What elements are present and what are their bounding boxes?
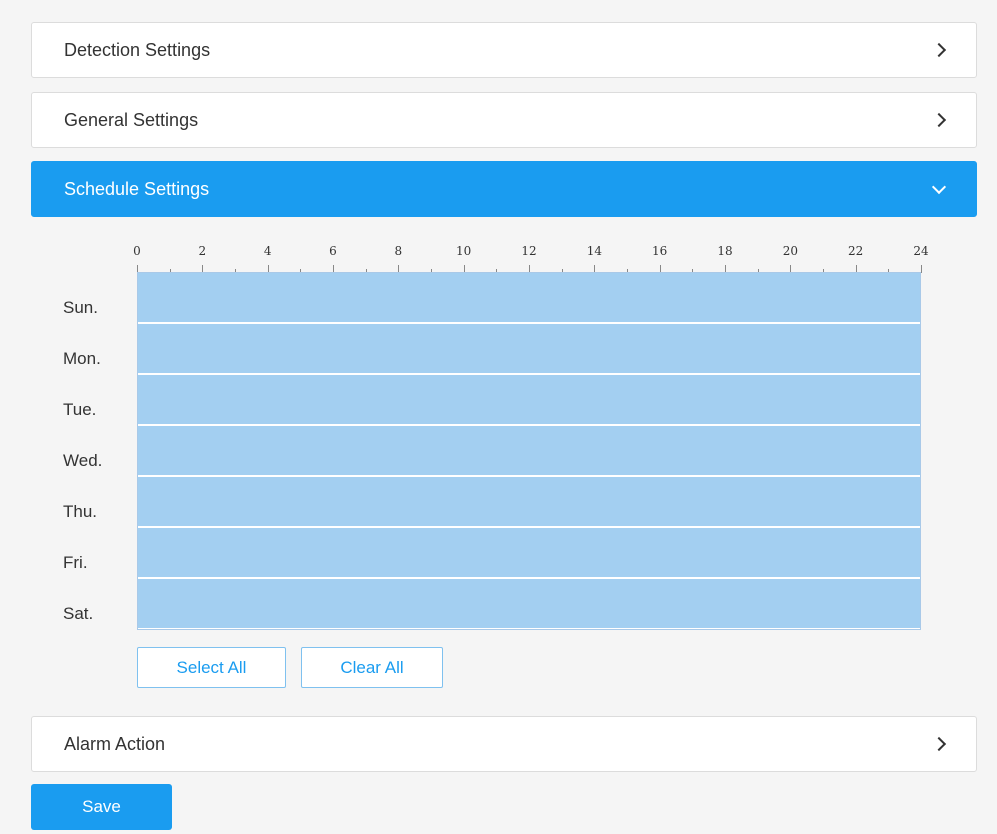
tick-label: 6 [329, 244, 337, 258]
tick-label: 2 [198, 244, 207, 258]
panel-general-settings[interactable]: General Settings [31, 92, 977, 148]
tick-label: 22 [848, 244, 864, 258]
schedule-row[interactable] [138, 324, 920, 373]
chevron-right-icon [931, 42, 947, 58]
day-label: Sat. [63, 604, 94, 623]
day-label: Fri. [63, 553, 88, 572]
schedule-row[interactable] [138, 528, 920, 577]
panel-title: General Settings [64, 109, 199, 130]
day-label: Sun. [63, 298, 98, 317]
schedule-row[interactable] [138, 477, 920, 526]
day-label: Mon. [63, 349, 101, 368]
panel-schedule-settings[interactable]: Schedule Settings [31, 161, 977, 217]
tick-label: 0 [133, 244, 141, 258]
day-label: Wed. [63, 451, 103, 470]
save-button[interactable]: Save [31, 784, 172, 830]
panel-title: Alarm Action [64, 733, 166, 754]
schedule-row[interactable] [138, 579, 920, 628]
chevron-down-icon [931, 179, 947, 195]
tick-label: 18 [717, 244, 733, 258]
tick-label: 14 [586, 244, 602, 258]
clear-all-button[interactable]: Clear All [301, 647, 443, 688]
schedule-row[interactable] [138, 426, 920, 475]
tick-label: 8 [394, 244, 403, 258]
tick-mark [921, 265, 922, 273]
panel-title: Schedule Settings [64, 178, 210, 199]
schedule-grid[interactable] [137, 272, 921, 630]
schedule-row[interactable] [138, 273, 920, 322]
tick-label: 16 [652, 244, 668, 258]
tick-label: 24 [913, 244, 929, 258]
chevron-right-icon [931, 112, 947, 128]
tick-label: 4 [263, 244, 272, 258]
schedule-timeline-axis: 0 2 4 6 8 10 12 14 16 18 20 22 24 [133, 240, 929, 273]
select-all-button[interactable]: Select All [137, 647, 286, 688]
chevron-right-icon [931, 736, 947, 752]
tick-label: 20 [782, 244, 798, 258]
day-label: Tue. [63, 400, 97, 419]
schedule-row[interactable] [138, 375, 920, 424]
panel-title: Detection Settings [64, 39, 211, 60]
day-label: Thu. [63, 502, 98, 521]
tick-label: 10 [456, 244, 472, 258]
tick-label: 12 [521, 244, 537, 258]
panel-detection-settings[interactable]: Detection Settings [31, 22, 977, 78]
panel-alarm-action[interactable]: Alarm Action [31, 716, 977, 772]
